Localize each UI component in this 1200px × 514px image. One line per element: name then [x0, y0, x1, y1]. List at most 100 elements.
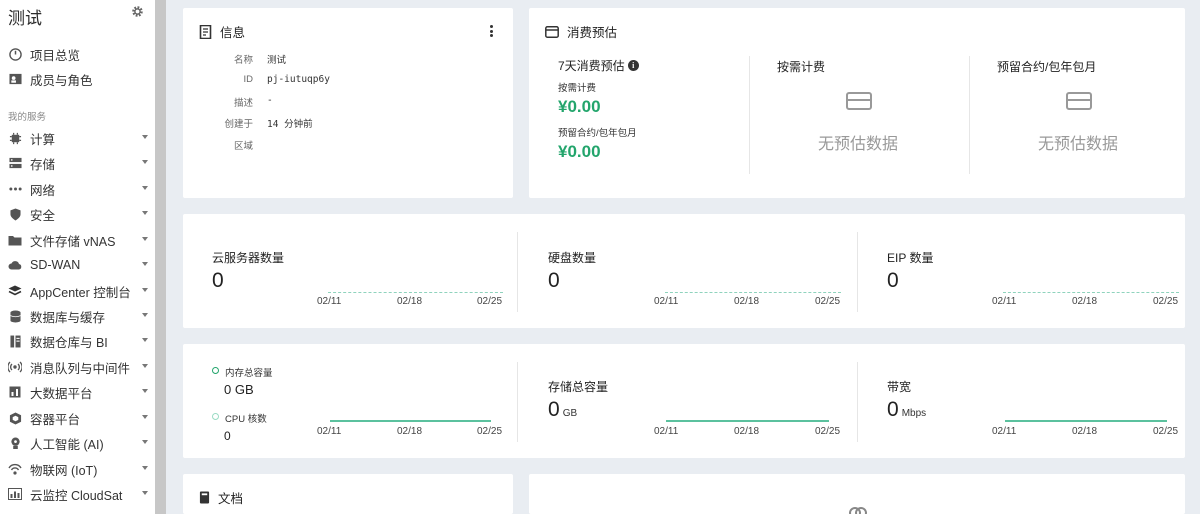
volume-count-title: 硬盘数量: [548, 251, 597, 265]
ondemand-label: 按需计费: [558, 83, 597, 94]
iot-icon: [8, 462, 22, 476]
info-card-header: 信息: [199, 22, 245, 41]
bandwidth-value: 0: [887, 398, 899, 421]
sidebar-item-storage[interactable]: 存储: [8, 152, 148, 174]
shield-icon: [8, 207, 22, 221]
x-tick: 02/25: [1153, 296, 1179, 307]
divider: [857, 362, 858, 442]
divider: [749, 56, 750, 174]
section-label: 我的服务: [8, 112, 47, 123]
reserved-column-title: 预留合约/包年包月: [997, 60, 1097, 74]
chevron-down-icon: [142, 262, 148, 266]
x-tick: 02/25: [1153, 426, 1179, 437]
trend-line: [328, 292, 503, 293]
dashboard-icon: [8, 47, 22, 61]
sidebar-item-members[interactable]: 成员与角色: [8, 68, 148, 90]
storage-icon: [8, 156, 22, 170]
estimate-card-title: 消费预估: [567, 26, 618, 40]
cpu-value: 0: [224, 429, 231, 443]
chevron-down-icon: [142, 288, 148, 292]
database-icon: [8, 309, 22, 323]
sidebar-item-container[interactable]: 容器平台: [8, 407, 148, 429]
info-key-id: ID: [243, 74, 254, 85]
sidebar-item-security[interactable]: 安全: [8, 203, 148, 225]
sidebar-item-database[interactable]: 数据库与缓存: [8, 305, 148, 327]
volume-count-value: 0: [548, 269, 560, 292]
sidebar-item-sdwan[interactable]: SD-WAN: [8, 254, 148, 276]
sidebar-item-label: 数据库与缓存: [30, 310, 106, 325]
x-tick: 02/11: [992, 426, 1017, 437]
sidebar-item-mq[interactable]: 消息队列与中间件: [8, 356, 148, 378]
sidebar-item-appcenter[interactable]: AppCenter 控制台: [8, 280, 148, 302]
sidebar-item-label: 计算: [30, 132, 56, 147]
sidebar-item-label: AppCenter 控制台: [30, 285, 131, 300]
seven-day-label: 7天消费预估: [558, 59, 625, 73]
ai-icon: [8, 436, 22, 450]
cpu-legend-dot: [212, 413, 219, 420]
sidebar-item-label: 项目总览: [30, 48, 81, 63]
ondemand-value: ¥0.00: [558, 97, 601, 116]
more-menu-icon[interactable]: [490, 25, 494, 37]
chevron-down-icon: [142, 440, 148, 444]
info-value-description: -: [267, 95, 273, 106]
eip-count-title: EIP 数量: [887, 251, 934, 265]
wallet-icon: [545, 25, 559, 38]
network-icon: [8, 182, 22, 196]
x-tick: 02/18: [1072, 426, 1098, 437]
chevron-down-icon: [142, 338, 148, 342]
book-icon: [199, 491, 210, 504]
sidebar-item-label: 容器平台: [30, 412, 81, 427]
sidebar-item-label: 文件存储 vNAS: [30, 234, 116, 249]
resource-count-card: 云服务器数量 0 02/11 02/18 02/25 硬盘数量 0 02/11 …: [183, 214, 1185, 328]
x-tick: 02/11: [654, 426, 679, 437]
folder-icon: [8, 233, 22, 247]
divider: [517, 362, 518, 442]
sidebar-item-bigdata[interactable]: 大数据平台: [8, 381, 148, 403]
trend-line: [1005, 420, 1167, 422]
container-icon: [8, 411, 22, 425]
divider: [517, 232, 518, 312]
link-icon: [849, 507, 867, 514]
cpu-icon: [8, 131, 22, 145]
sidebar-item-ai[interactable]: 人工智能 (AI): [8, 432, 148, 454]
sidebar-item-label: 人工智能 (AI): [30, 437, 104, 452]
chevron-down-icon: [142, 491, 148, 495]
divider: [857, 232, 858, 312]
estimate-card-header: 消费预估: [545, 22, 617, 41]
bandwidth-title: 带宽: [887, 380, 912, 394]
chevron-down-icon: [142, 466, 148, 470]
x-tick: 02/18: [397, 426, 423, 437]
storage-total-unit: GB: [562, 408, 578, 419]
sidebar-item-label: 安全: [30, 208, 56, 223]
sidebar-item-label: 数据仓库与 BI: [30, 335, 108, 350]
sidebar-item-label: 网络: [30, 183, 56, 198]
sidebar-item-iot[interactable]: 物联网 (IoT): [8, 458, 148, 480]
bandwidth: 0 Mbps: [887, 398, 926, 422]
gear-icon[interactable]: [131, 5, 144, 18]
info-key-description: 描述: [233, 98, 253, 109]
info-icon[interactable]: i: [627, 60, 639, 71]
reserved-label: 预留合约/包年包月: [558, 128, 637, 139]
reserved-value: ¥0.00: [558, 142, 601, 161]
bar-chart-icon: [8, 385, 22, 399]
capacity-card: 内存总容量 0 GB CPU 核数 0 02/11 02/18 02/25 存储…: [183, 344, 1185, 458]
sidebar-item-network[interactable]: 网络: [8, 178, 148, 200]
docs-card: 文档: [183, 474, 513, 514]
memory-value: 0 GB: [224, 382, 254, 397]
x-tick: 02/18: [397, 296, 423, 307]
sidebar-item-overview[interactable]: 项目总览: [8, 43, 148, 65]
instance-count-value: 0: [212, 269, 224, 292]
trend-line: [666, 420, 829, 422]
x-tick: 02/11: [317, 296, 342, 307]
sidebar-item-label: 物联网 (IoT): [30, 463, 98, 478]
sidebar-item-label: 成员与角色: [30, 73, 93, 88]
docs-card-title: 文档: [218, 492, 244, 506]
sidebar-item-compute[interactable]: 计算: [8, 127, 148, 149]
sidebar-item-vnas[interactable]: 文件存储 vNAS: [8, 229, 148, 251]
layers-icon: [8, 284, 22, 298]
trend-line: [1003, 292, 1179, 293]
sidebar-item-monitor[interactable]: 云监控 CloudSat: [8, 483, 148, 505]
chevron-down-icon: [142, 415, 148, 419]
sidebar-item-warehouse[interactable]: 数据仓库与 BI: [8, 330, 148, 352]
sidebar-scrollbar[interactable]: [155, 0, 166, 514]
